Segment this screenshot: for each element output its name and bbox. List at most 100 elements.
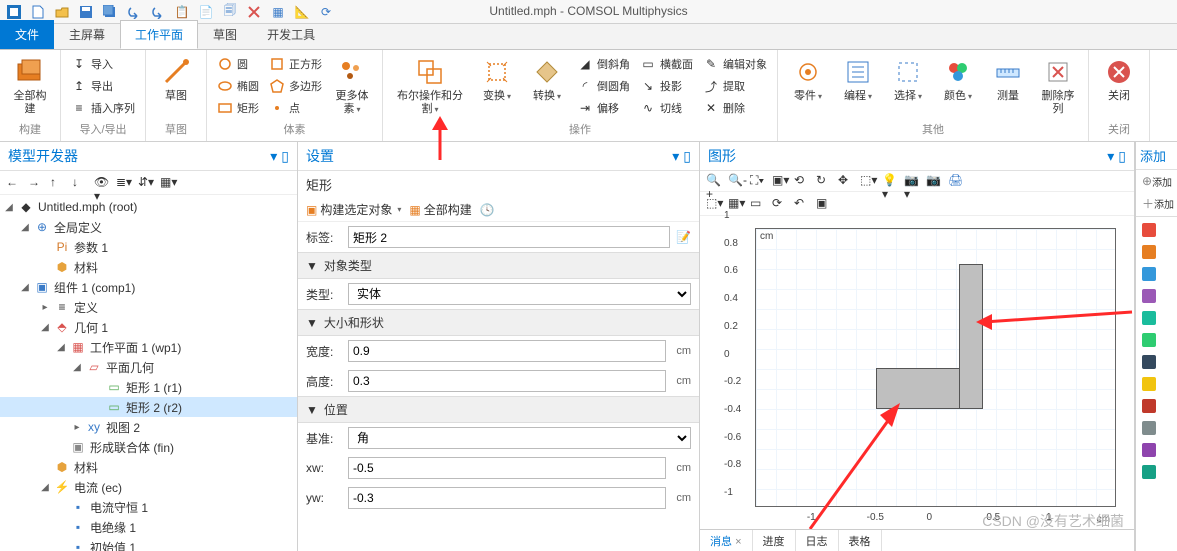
gt-3-icon[interactable]: ▭ — [750, 196, 766, 212]
gt-6-icon[interactable]: ▣ — [816, 196, 832, 212]
graphics-menu-icon[interactable]: ▾ — [1107, 148, 1114, 165]
boolean-button[interactable]: 布尔操作和分割▾ — [391, 54, 469, 118]
zoom-in-icon[interactable]: 🔍+ — [706, 173, 722, 189]
ri-12[interactable] — [1136, 461, 1177, 483]
node-def[interactable]: 定义 — [74, 299, 98, 316]
tab-table[interactable]: 表格 — [839, 530, 882, 551]
gt-4-icon[interactable]: ⟳ — [772, 196, 788, 212]
rectangle-button[interactable]: 矩形 — [215, 98, 261, 118]
transform-button[interactable]: 变换▾ — [475, 54, 519, 105]
point-button[interactable]: 点 — [267, 98, 324, 118]
light-icon[interactable]: 💡▾ — [882, 173, 898, 189]
color-button[interactable]: 颜色▾ — [936, 54, 980, 105]
insert-seq-button[interactable]: ≡插入序列 — [69, 98, 137, 118]
history-icon[interactable]: 🕓 — [480, 203, 495, 217]
file-new-icon[interactable] — [30, 4, 46, 20]
node-global[interactable]: 全局定义 — [54, 219, 102, 236]
sketch-button[interactable]: 草图 — [154, 54, 198, 105]
ri-3[interactable] — [1136, 263, 1177, 285]
expand-icon[interactable]: ⇵▾ — [138, 175, 154, 191]
circle-button[interactable]: 圆 — [215, 54, 261, 74]
tab-devtools[interactable]: 开发工具 — [252, 20, 330, 49]
node-geom[interactable]: 几何 1 — [74, 319, 108, 336]
save-all-icon[interactable] — [102, 4, 118, 20]
node-r2[interactable]: 矩形 2 (r2) — [126, 399, 182, 416]
type-select[interactable]: 实体 — [348, 283, 691, 305]
cross-section-button[interactable]: ▭横截面 — [638, 54, 695, 74]
tab-workplane[interactable]: 工作平面 — [120, 20, 198, 49]
snapshot-icon[interactable]: 📷 — [926, 173, 942, 189]
ri-8[interactable] — [1136, 373, 1177, 395]
save-icon[interactable] — [78, 4, 94, 20]
tab-home[interactable]: 主屏幕 — [54, 20, 120, 49]
square-button[interactable]: 正方形 — [267, 54, 324, 74]
node-wp[interactable]: 工作平面 1 (wp1) — [90, 339, 181, 356]
file-open-icon[interactable] — [54, 4, 70, 20]
ri-7[interactable] — [1136, 351, 1177, 373]
node-mat[interactable]: 材料 — [74, 459, 98, 476]
label-input[interactable] — [348, 226, 670, 248]
tab-progress[interactable]: 进度 — [753, 530, 796, 551]
panel-menu-icon[interactable]: ▾ — [270, 148, 277, 165]
node-pg[interactable]: 平面几何 — [106, 359, 154, 376]
paste-icon[interactable]: 📄 — [198, 4, 214, 20]
section-object-type[interactable]: ▼对象类型 — [298, 252, 699, 279]
pan-icon[interactable]: ✥ — [838, 173, 854, 189]
parts-button[interactable]: 零件▾ — [786, 54, 830, 105]
measure-button[interactable]: 测量 — [986, 54, 1030, 105]
build-all-button[interactable]: 全部构建 — [8, 54, 52, 118]
tab-log[interactable]: 日志 — [796, 530, 839, 551]
section-size[interactable]: ▼大小和形状 — [298, 309, 699, 336]
ri-9[interactable] — [1136, 395, 1177, 417]
collapse-icon[interactable]: ≣▾ — [116, 175, 132, 191]
export-button[interactable]: ↥导出 — [69, 76, 137, 96]
settings-menu-icon[interactable]: ▾ — [672, 148, 679, 165]
node-fin[interactable]: 形成联合体 (fin) — [90, 439, 174, 456]
settings-close-icon[interactable]: ▯ — [683, 148, 691, 165]
base-select[interactable]: 角 — [348, 427, 691, 449]
zoom-out-icon[interactable]: 🔍- — [728, 173, 744, 189]
tangent-button[interactable]: ∿切线 — [638, 98, 695, 118]
ri-2[interactable] — [1136, 241, 1177, 263]
program-button[interactable]: 编程▾ — [836, 54, 880, 105]
node-cc[interactable]: 电流守恒 1 — [90, 499, 148, 516]
show-icon[interactable]: 👁▾ — [94, 175, 110, 191]
select-mode-icon[interactable]: ⬚▾ — [860, 173, 876, 189]
undo-icon[interactable] — [126, 4, 142, 20]
offset-button[interactable]: ⇥偏移 — [575, 98, 632, 118]
add-item1[interactable]: ⊕ 添加 — [1136, 170, 1177, 192]
refresh-icon[interactable]: ⟳ — [318, 4, 334, 20]
add-item2[interactable]: ＋ 添加 — [1136, 192, 1177, 214]
section-position[interactable]: ▼位置 — [298, 396, 699, 423]
copy-icon[interactable]: 📋 — [174, 4, 190, 20]
duplicate-icon[interactable]: 🗐 — [222, 4, 238, 20]
reset-view-icon[interactable]: ⟲ — [794, 173, 810, 189]
tab-messages[interactable]: 消息 × — [700, 530, 753, 551]
panel-close-icon[interactable]: ▯ — [281, 148, 289, 165]
tab-file[interactable]: 文件 — [0, 20, 54, 49]
tab-sketch[interactable]: 草图 — [198, 20, 252, 49]
redo-icon[interactable] — [150, 4, 166, 20]
zoom-extents-icon[interactable]: ⛶▾ — [750, 173, 766, 189]
fillet-button[interactable]: ◜倒圆角 — [575, 76, 632, 96]
delete-seq-button[interactable]: 删除序列 — [1036, 54, 1080, 118]
ellipse-button[interactable]: 椭圆 — [215, 76, 261, 96]
graphics-close-icon[interactable]: ▯ — [1118, 148, 1126, 165]
label-edit-icon[interactable]: 📝 — [676, 230, 691, 244]
convert-button[interactable]: 转换▾ — [525, 54, 569, 105]
ri-11[interactable] — [1136, 439, 1177, 461]
ri-6[interactable] — [1136, 329, 1177, 351]
nav-up-icon[interactable]: ↑ — [50, 175, 66, 191]
build-selected-button[interactable]: ▣构建选定对象▾ — [306, 201, 401, 218]
select-button[interactable]: 选择▾ — [886, 54, 930, 105]
ri-5[interactable] — [1136, 307, 1177, 329]
import-button[interactable]: ↧导入 — [69, 54, 137, 74]
node-comp[interactable]: 组件 1 (comp1) — [54, 279, 135, 296]
node-ins[interactable]: 电绝缘 1 — [90, 519, 136, 536]
delete-icon[interactable] — [246, 4, 262, 20]
node-ec[interactable]: 电流 (ec) — [74, 479, 122, 496]
edit-object-button[interactable]: ✎编辑对象 — [701, 54, 769, 74]
nav-down-icon[interactable]: ↓ — [72, 175, 88, 191]
nav-back-icon[interactable]: ← — [6, 175, 22, 191]
filter-icon[interactable]: ▦▾ — [160, 175, 176, 191]
